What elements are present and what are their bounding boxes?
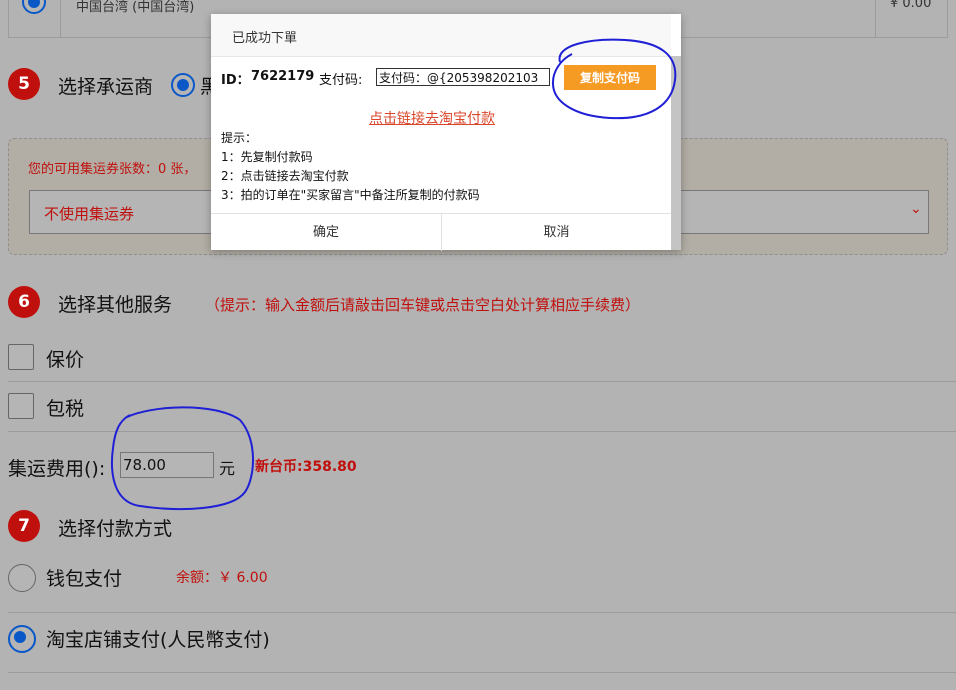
annotation-circle-fee-input	[110, 406, 254, 510]
annotation-circle-copy-button	[551, 38, 677, 120]
annotation-layer	[110, 38, 677, 510]
